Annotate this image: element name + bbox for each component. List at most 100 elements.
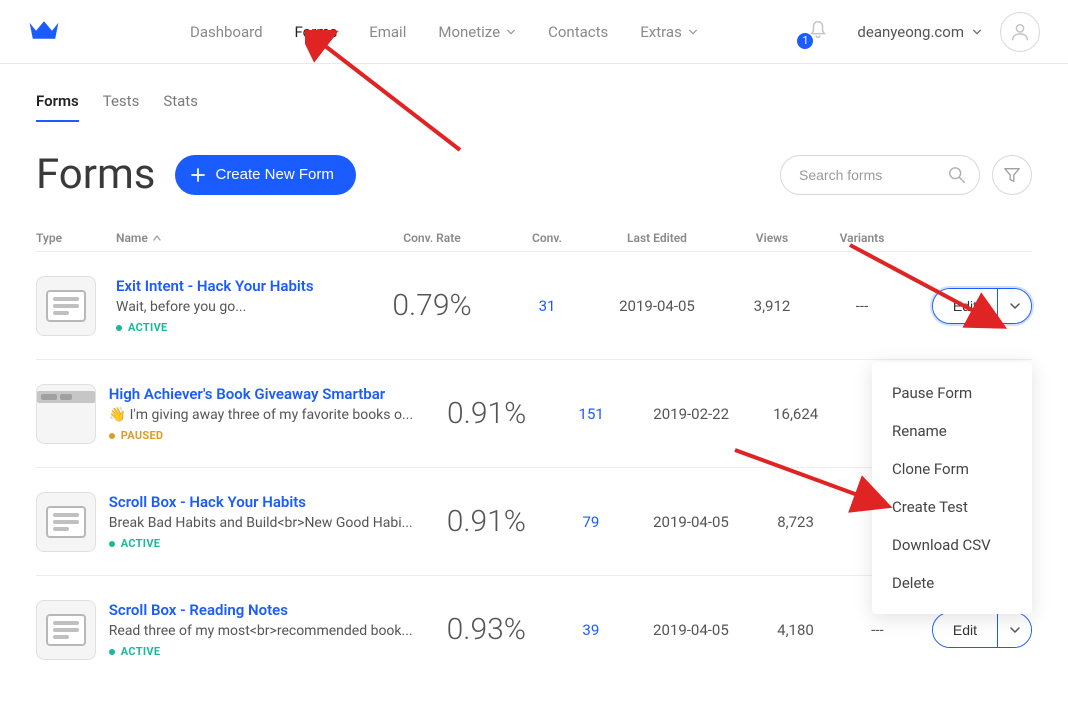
conv-value-link[interactable]: 79 <box>550 513 632 531</box>
form-subtitle: Wait, before you go... <box>116 299 352 315</box>
actions-cell: Edit <box>914 612 1032 648</box>
dropdown-create-test[interactable]: Create Test <box>872 488 1032 526</box>
dropdown-delete[interactable]: Delete <box>872 564 1032 602</box>
dropdown-clone-form[interactable]: Clone Form <box>872 450 1032 488</box>
variants-value: --- <box>822 297 902 315</box>
page-title: Forms <box>36 150 155 199</box>
views-value: 16,624 <box>750 405 841 423</box>
variants-value: --- <box>841 621 914 639</box>
subtab-tests[interactable]: Tests <box>103 92 140 122</box>
edit-dropdown-toggle[interactable] <box>997 613 1031 647</box>
subtab-forms[interactable]: Forms <box>36 92 79 122</box>
col-header-name-label: Name <box>116 231 148 245</box>
chevron-down-icon <box>1009 300 1021 312</box>
sort-asc-icon <box>152 233 162 243</box>
filter-icon <box>1003 166 1021 184</box>
col-header-type[interactable]: Type <box>36 231 116 245</box>
dropdown-download-csv[interactable]: Download CSV <box>872 526 1032 564</box>
form-subtitle: Read three of my most<br>recommended boo… <box>109 623 413 639</box>
views-value: 3,912 <box>722 297 822 315</box>
table-header: Type Name Conv. Rate Conv. Last Edited V… <box>36 225 1032 251</box>
subtab-stats[interactable]: Stats <box>163 92 198 122</box>
form-title-link[interactable]: Scroll Box - Reading Notes <box>109 601 413 619</box>
col-header-name[interactable]: Name <box>116 231 362 245</box>
conv-rate-value: 0.93% <box>423 612 550 647</box>
edit-split-button: Edit <box>932 612 1032 648</box>
chevron-down-icon <box>688 27 698 37</box>
sub-nav: Forms Tests Stats <box>0 64 1068 122</box>
conv-value-link[interactable]: 151 <box>550 405 632 423</box>
form-title-link[interactable]: Exit Intent - Hack Your Habits <box>116 277 352 295</box>
col-header-views[interactable]: Views <box>722 231 822 245</box>
brand-logo[interactable] <box>28 18 60 46</box>
form-subtitle: 👋 I'm giving away three of my favorite b… <box>109 407 413 423</box>
form-title-link[interactable]: High Achiever's Book Giveaway Smartbar <box>109 385 413 403</box>
edit-button[interactable]: Edit <box>933 613 997 647</box>
filter-button[interactable] <box>992 155 1032 195</box>
nav-forms[interactable]: Forms <box>295 23 338 41</box>
form-type-thumbnail[interactable] <box>36 492 96 552</box>
form-name-cell: Exit Intent - Hack Your Habits Wait, befo… <box>116 277 362 334</box>
page-header: Forms Create New Form <box>0 122 1068 213</box>
avatar[interactable] <box>1000 12 1040 52</box>
dropdown-rename[interactable]: Rename <box>872 412 1032 450</box>
edit-split-button: Edit <box>932 288 1032 324</box>
plus-icon <box>191 168 205 182</box>
chevron-down-icon <box>1009 624 1021 636</box>
create-form-button[interactable]: Create New Form <box>175 155 355 195</box>
table-row: Exit Intent - Hack Your Habits Wait, befo… <box>36 251 1032 359</box>
form-name-cell: High Achiever's Book Giveaway Smartbar 👋 … <box>109 385 423 442</box>
form-type-thumbnail[interactable] <box>36 384 96 444</box>
col-header-variants[interactable]: Variants <box>822 231 902 245</box>
actions-cell: Edit <box>902 288 1032 324</box>
account-label: deanyeong.com <box>857 23 964 41</box>
nav-monetize[interactable]: Monetize <box>438 23 516 41</box>
chevron-down-icon <box>972 27 982 37</box>
notifications-button[interactable]: 1 <box>807 19 829 45</box>
last-edited-value: 2019-04-05 <box>632 621 750 639</box>
account-switcher[interactable]: deanyeong.com <box>857 23 982 41</box>
views-value: 8,723 <box>750 513 841 531</box>
form-type-thumbnail[interactable] <box>36 276 96 336</box>
status-badge: ACTIVE <box>109 537 413 550</box>
search-icon[interactable] <box>948 166 966 184</box>
edit-dropdown-toggle[interactable] <box>997 289 1031 323</box>
views-value: 4,180 <box>750 621 841 639</box>
create-form-label: Create New Form <box>215 166 333 183</box>
nav-contacts[interactable]: Contacts <box>548 23 608 41</box>
form-name-cell: Scroll Box - Reading Notes Read three of … <box>109 601 423 658</box>
status-label: ACTIVE <box>121 645 161 658</box>
top-nav: Dashboard Forms Email Monetize Contacts … <box>0 0 1068 64</box>
search-wrap <box>780 155 980 195</box>
conv-rate-value: 0.79% <box>362 288 502 323</box>
status-badge: ACTIVE <box>109 645 413 658</box>
form-subtitle: Break Bad Habits and Build<br>New Good H… <box>109 515 413 531</box>
col-header-conv[interactable]: Conv. <box>502 231 592 245</box>
conv-rate-value: 0.91% <box>423 504 550 539</box>
conv-value-link[interactable]: 31 <box>502 297 592 315</box>
row-actions-dropdown: Pause Form Rename Clone Form Create Test… <box>872 362 1032 614</box>
nav-dashboard[interactable]: Dashboard <box>190 23 263 41</box>
status-label: ACTIVE <box>121 537 161 550</box>
edit-button[interactable]: Edit <box>933 289 997 323</box>
chevron-down-icon <box>506 27 516 37</box>
status-badge: PAUSED <box>109 429 413 442</box>
nav-extras[interactable]: Extras <box>640 23 698 41</box>
last-edited-value: 2019-02-22 <box>632 405 750 423</box>
col-header-conv-rate[interactable]: Conv. Rate <box>362 231 502 245</box>
crown-icon <box>28 18 60 42</box>
dropdown-pause-form[interactable]: Pause Form <box>872 374 1032 412</box>
nav-email[interactable]: Email <box>369 23 406 41</box>
form-type-thumbnail[interactable] <box>36 600 96 660</box>
user-icon <box>1009 21 1031 43</box>
last-edited-value: 2019-04-05 <box>632 513 750 531</box>
form-title-link[interactable]: Scroll Box - Hack Your Habits <box>109 493 413 511</box>
notification-count-badge: 1 <box>797 33 813 49</box>
col-header-last-edited[interactable]: Last Edited <box>592 231 722 245</box>
nav-monetize-label: Monetize <box>438 23 500 41</box>
conv-value-link[interactable]: 39 <box>550 621 632 639</box>
status-label: ACTIVE <box>128 321 168 334</box>
status-badge: ACTIVE <box>116 321 352 334</box>
last-edited-value: 2019-04-05 <box>592 297 722 315</box>
nav-extras-label: Extras <box>640 23 682 41</box>
